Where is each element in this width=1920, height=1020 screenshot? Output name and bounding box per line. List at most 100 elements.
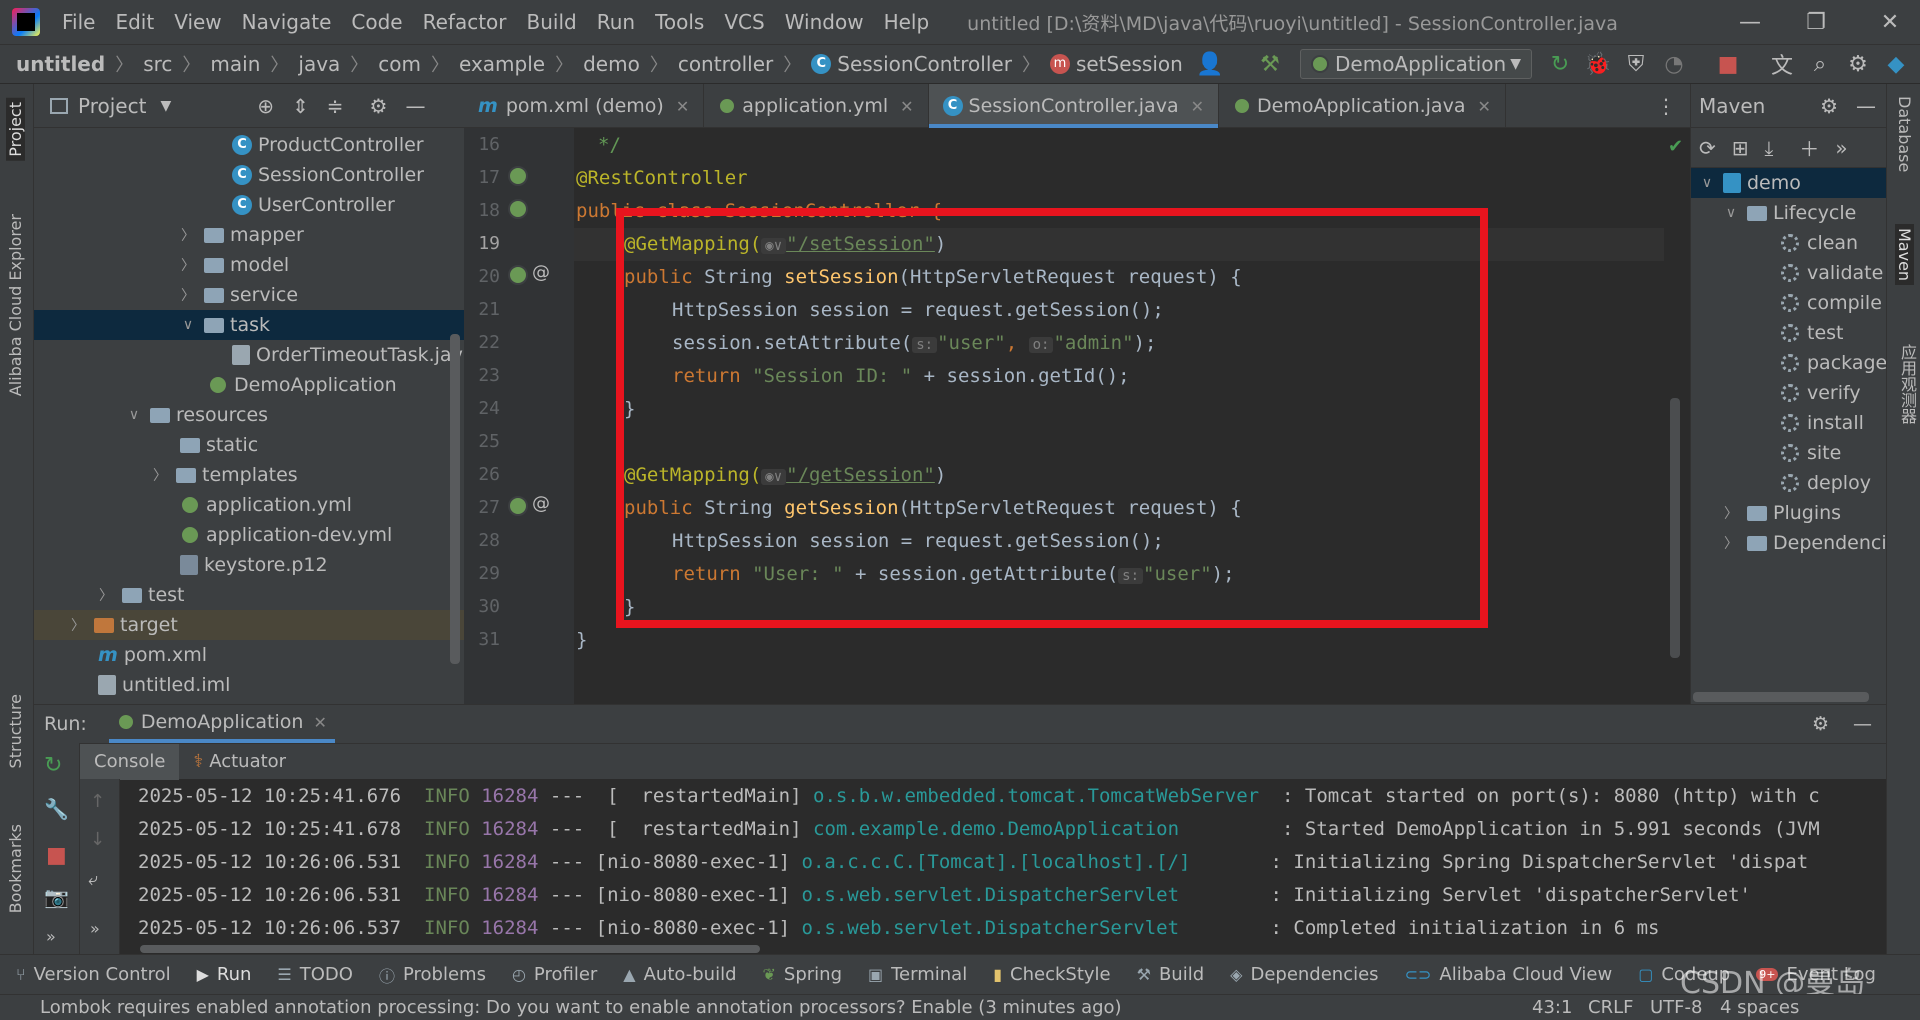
- down-arrow-icon[interactable]: ↓: [90, 829, 105, 850]
- settings-gear-icon[interactable]: ⚙: [1844, 50, 1872, 78]
- menu-window[interactable]: Window: [775, 10, 874, 34]
- tabs-menu-icon[interactable]: ⋮: [1656, 84, 1676, 127]
- breadcrumb-com[interactable]: com: [378, 52, 421, 76]
- breadcrumb-controller[interactable]: controller: [678, 52, 773, 76]
- plugin-icon[interactable]: ◆: [1882, 50, 1910, 78]
- build-hammer-icon[interactable]: ⚒: [1256, 50, 1284, 78]
- scrollbar[interactable]: [1693, 692, 1869, 702]
- settings-gear-icon[interactable]: ⚙: [1812, 713, 1829, 735]
- tree-item[interactable]: application-dev.yml: [180, 520, 392, 550]
- tree-item[interactable]: keystore.p12: [180, 550, 328, 580]
- maven-goal[interactable]: test: [1781, 318, 1844, 348]
- tab-session-controller[interactable]: C SessionController.java ✕: [928, 84, 1219, 128]
- file-encoding[interactable]: UTF-8: [1650, 997, 1702, 1018]
- spring-bean-gutter-icon[interactable]: [508, 166, 528, 186]
- tab-application-yml[interactable]: application.yml ✕: [704, 84, 929, 128]
- menu-tools[interactable]: Tools: [645, 10, 714, 34]
- spring-mapping-gutter-icon[interactable]: [508, 265, 528, 285]
- chevron-right-icon[interactable]: 〉: [180, 255, 196, 275]
- menu-run[interactable]: Run: [587, 10, 645, 34]
- menu-vcs[interactable]: VCS: [714, 10, 774, 34]
- more-icon[interactable]: »: [46, 927, 56, 946]
- tool-auto-build[interactable]: ▲ Auto-build: [623, 964, 736, 985]
- close-icon[interactable]: ✕: [313, 713, 326, 732]
- maven-goal[interactable]: site: [1781, 438, 1841, 468]
- tab-console[interactable]: Console: [80, 743, 180, 780]
- chevron-right-icon[interactable]: 〉: [1723, 503, 1739, 523]
- tree-item[interactable]: 〉 templates: [152, 460, 298, 490]
- tab-pom-xml[interactable]: m pom.xml (demo) ✕: [464, 84, 705, 128]
- maven-goal[interactable]: verify: [1781, 378, 1861, 408]
- coverage-icon[interactable]: ⛨: [1622, 50, 1650, 78]
- user-icon[interactable]: 👤: [1196, 50, 1224, 78]
- chevron-right-icon[interactable]: 〉: [180, 225, 196, 245]
- tree-item[interactable]: 〉 test: [98, 580, 185, 610]
- tool-window-bookmarks[interactable]: Bookmarks: [6, 824, 25, 913]
- breadcrumb-src[interactable]: src: [143, 52, 172, 76]
- tree-item[interactable]: application.yml: [180, 490, 352, 520]
- menu-navigate[interactable]: Navigate: [232, 10, 342, 34]
- hide-icon[interactable]: —: [1856, 94, 1876, 118]
- maven-lifecycle-row[interactable]: ∨ Lifecycle: [1723, 198, 1856, 228]
- stop-icon[interactable]: ■: [46, 843, 67, 868]
- expand-all-icon[interactable]: ⇕: [292, 94, 309, 118]
- tool-window-project[interactable]: Project: [6, 98, 25, 161]
- tree-item[interactable]: C UserController: [232, 190, 395, 220]
- breadcrumb-demo[interactable]: demo: [583, 52, 640, 76]
- annotation-gutter-icon[interactable]: @: [532, 262, 550, 283]
- status-message[interactable]: Lombok requires enabled annotation proce…: [40, 997, 1122, 1018]
- add-folder-icon[interactable]: ⊞: [1732, 136, 1749, 160]
- chevron-right-icon[interactable]: 〉: [70, 615, 86, 635]
- settings-gear-icon[interactable]: ⚙: [1820, 94, 1838, 118]
- tree-item[interactable]: untitled.iml: [98, 670, 230, 700]
- chevron-down-icon[interactable]: ∨: [1699, 175, 1715, 191]
- maven-goal[interactable]: package: [1781, 348, 1887, 378]
- maven-goal[interactable]: compile: [1781, 288, 1882, 318]
- hide-icon[interactable]: —: [1853, 713, 1872, 735]
- minimize-icon[interactable]: —: [1720, 0, 1780, 44]
- tool-profiler[interactable]: ◴ Profiler: [512, 964, 597, 985]
- reload-icon[interactable]: ⟳: [1699, 136, 1716, 160]
- tool-terminal[interactable]: ▣ Terminal: [868, 964, 967, 985]
- chevron-down-icon[interactable]: ∨: [126, 407, 142, 423]
- wrench-icon[interactable]: 🔧: [44, 797, 69, 821]
- camera-icon[interactable]: 📷: [44, 885, 69, 909]
- run-config-select[interactable]: DemoApplication ▼: [1300, 49, 1532, 79]
- breadcrumb-main[interactable]: main: [210, 52, 260, 76]
- chevron-right-icon[interactable]: 〉: [98, 585, 114, 605]
- tree-item[interactable]: m pom.xml: [98, 640, 207, 670]
- tree-item[interactable]: OrderTimeoutTask.jav: [232, 340, 463, 370]
- tool-todo[interactable]: ☰ TODO: [277, 964, 353, 985]
- tab-actuator[interactable]: ⚕ Actuator: [179, 751, 300, 772]
- menu-edit[interactable]: Edit: [105, 10, 164, 34]
- tool-problems[interactable]: ⓘ Problems: [379, 963, 486, 987]
- breadcrumb-method[interactable]: setSession: [1076, 52, 1183, 76]
- chevron-right-icon[interactable]: 〉: [152, 465, 168, 485]
- search-icon[interactable]: ⌕: [1806, 50, 1834, 78]
- tree-item[interactable]: 〉 target: [34, 610, 464, 640]
- up-arrow-icon[interactable]: ↑: [90, 791, 105, 812]
- tree-item-selected[interactable]: ∨ task: [34, 310, 464, 340]
- locate-icon[interactable]: ⊕: [257, 94, 274, 118]
- tool-window-alibaba-cloud-explorer[interactable]: Alibaba Cloud Explorer: [6, 214, 25, 396]
- horizontal-scrollbar[interactable]: [140, 945, 760, 953]
- tool-version-control[interactable]: ⑂ Version Control: [16, 964, 171, 985]
- settings-gear-icon[interactable]: ⚙: [370, 94, 388, 118]
- chevron-right-icon[interactable]: 〉: [1723, 533, 1739, 553]
- close-icon[interactable]: ✕: [1477, 97, 1490, 116]
- chevron-down-icon[interactable]: ∨: [1723, 205, 1739, 221]
- menu-file[interactable]: File: [52, 10, 105, 34]
- rerun-icon[interactable]: ↻: [1546, 50, 1574, 78]
- chevron-down-icon[interactable]: ∨: [180, 317, 196, 333]
- rerun-icon[interactable]: ↻: [44, 753, 62, 778]
- translate-icon[interactable]: 文: [1768, 50, 1796, 79]
- run-tab-demo-application[interactable]: DemoApplication ✕: [108, 705, 335, 743]
- indent-setting[interactable]: 4 spaces: [1720, 997, 1799, 1018]
- tree-item[interactable]: ∨ resources: [126, 400, 268, 430]
- chevron-right-icon[interactable]: 〉: [180, 285, 196, 305]
- tool-window-app-observer[interactable]: 应用观测器: [1895, 344, 1919, 424]
- tree-item[interactable]: 〉 model: [180, 250, 289, 280]
- hide-icon[interactable]: —: [405, 94, 425, 118]
- close-icon[interactable]: ✕: [676, 97, 689, 116]
- tool-checkstyle[interactable]: ▮ CheckStyle: [993, 964, 1110, 985]
